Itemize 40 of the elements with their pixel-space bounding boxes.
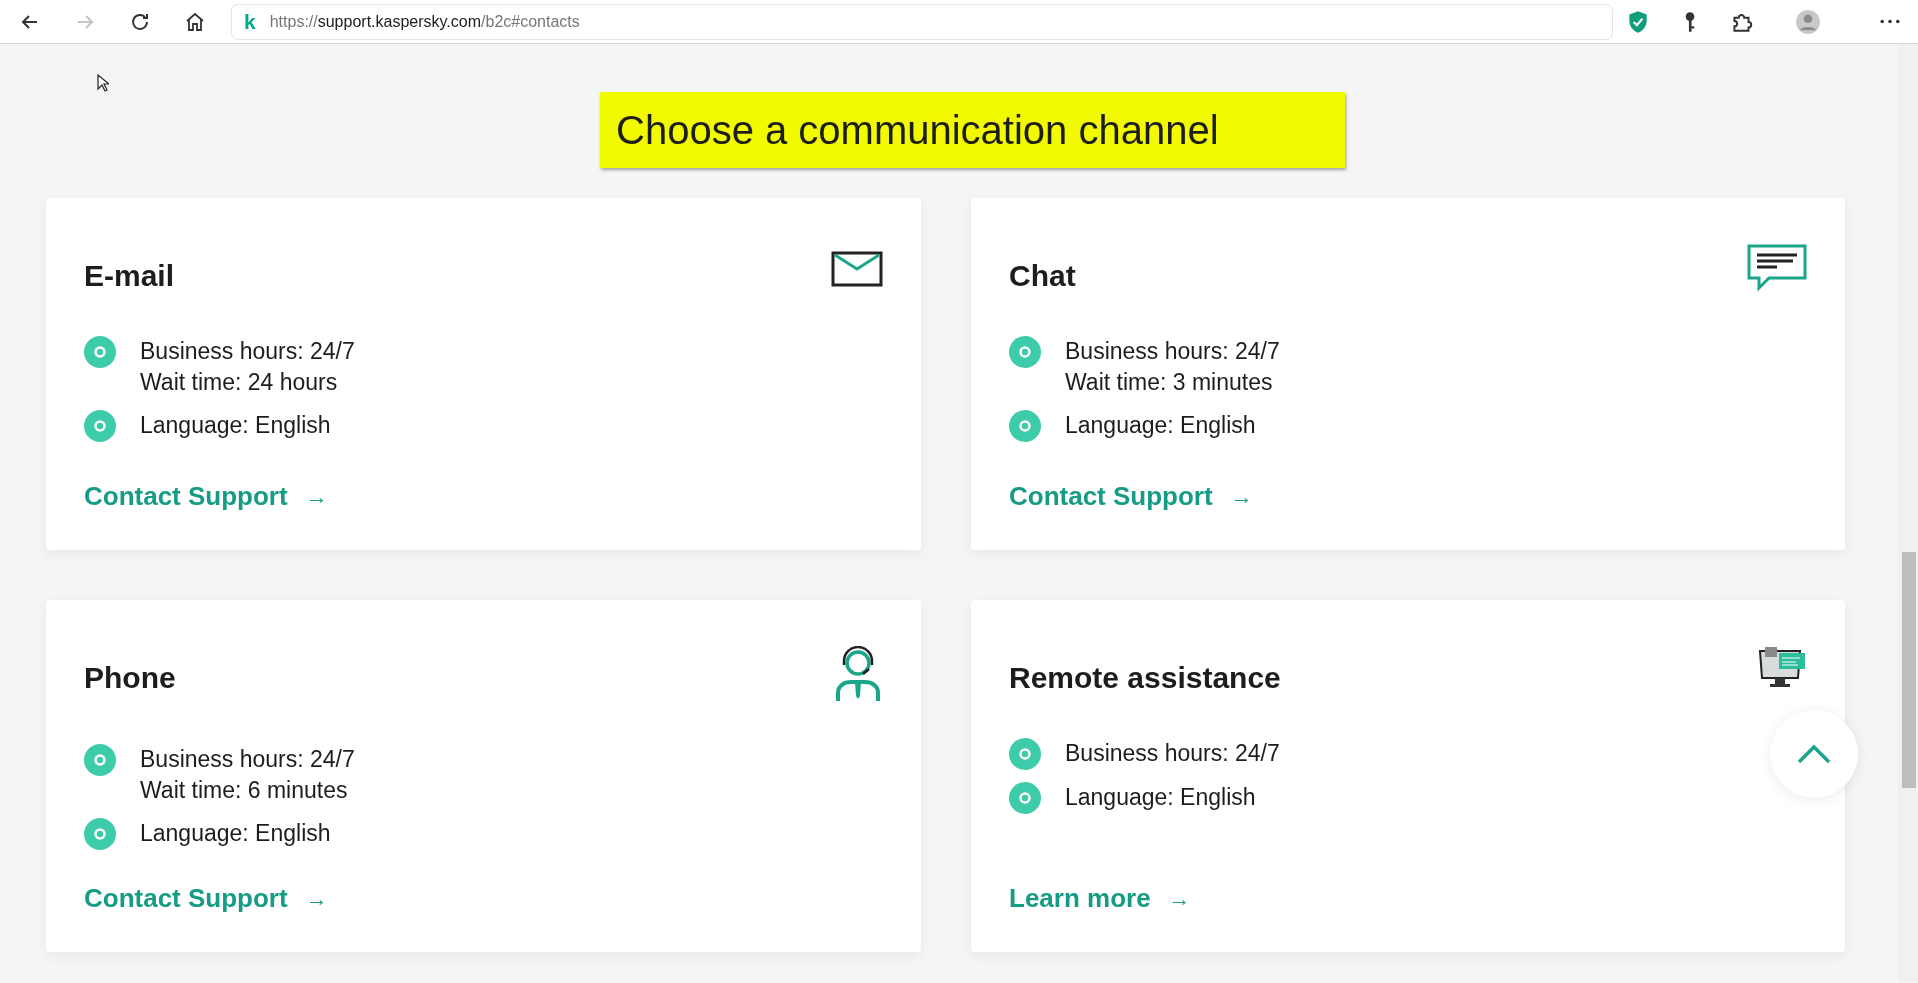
- url-text: https://support.kaspersky.com/b2c#contacts: [269, 11, 580, 32]
- page-heading: Choose a communication channel: [600, 92, 1345, 168]
- remote-computer-icon: [1757, 646, 1807, 688]
- chat-icon: [1747, 244, 1807, 292]
- address-bar[interactable]: k https://support.kaspersky.com/b2c#contacts: [232, 4, 1612, 39]
- bullet-icon: [84, 744, 116, 776]
- card-title: E-mail: [84, 258, 175, 294]
- card-title: Chat: [1009, 258, 1076, 294]
- info-text: Wait time: 6 minutes: [140, 776, 349, 805]
- bullet-icon: [1009, 782, 1041, 814]
- info-text: Language: English: [1065, 783, 1256, 812]
- bullet-icon: [1009, 336, 1041, 368]
- info-text: Language: English: [1065, 411, 1256, 440]
- info-text: Language: English: [140, 411, 331, 440]
- card-title: Remote assistance: [1009, 660, 1281, 696]
- info-text: Business hours: 24/7: [1065, 739, 1280, 768]
- info-text: Business hours: 24/7: [1065, 337, 1280, 366]
- info-text: Wait time: 3 minutes: [1065, 368, 1274, 397]
- mouse-pointer-icon: [97, 74, 109, 92]
- bullet-icon: [1009, 410, 1041, 442]
- bullet-icon: [84, 410, 116, 442]
- contact-link[interactable]: Contact Support →: [84, 879, 883, 918]
- headset-icon: [833, 646, 883, 702]
- more-icon: [1880, 19, 1900, 24]
- scrollbar[interactable]: [1898, 44, 1918, 982]
- contact-link[interactable]: Contact Support →: [1009, 477, 1807, 516]
- avatar-icon: [1795, 8, 1821, 35]
- info-text: Language: English: [140, 819, 331, 848]
- info-text: Business hours: 24/7: [140, 337, 355, 366]
- bullet-icon: [84, 818, 116, 850]
- chevron-up-icon: [1797, 744, 1831, 764]
- site-logo: k: [244, 8, 256, 35]
- info-text: Wait time: 24 hours: [140, 368, 339, 397]
- bullet-icon: [1009, 738, 1041, 770]
- info-text: Business hours: 24/7: [140, 745, 355, 774]
- contact-link[interactable]: Learn more →: [1009, 879, 1807, 918]
- envelope-icon: [831, 251, 883, 287]
- contact-link[interactable]: Contact Support →: [84, 477, 883, 516]
- card-title: Phone: [84, 660, 176, 696]
- bullet-icon: [84, 336, 116, 368]
